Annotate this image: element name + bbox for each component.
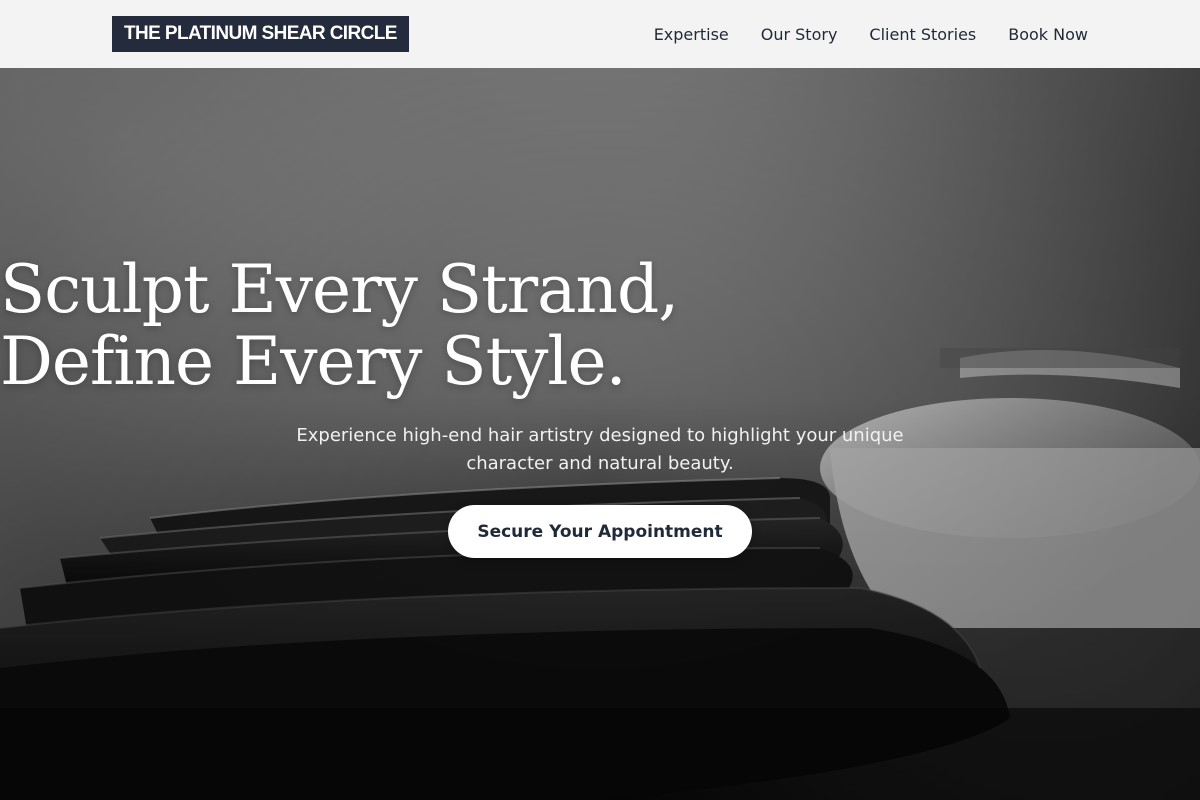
hero-title-line-2: Define Every Style. (0, 323, 627, 400)
site-header: THE PLATINUM SHEAR CIRCLE Expertise Our … (0, 0, 1200, 68)
hero-section: Sculpt Every Strand, Define Every Style.… (0, 68, 1200, 800)
secure-appointment-button[interactable]: Secure Your Appointment (448, 505, 752, 558)
nav-link-expertise[interactable]: Expertise (654, 25, 729, 44)
hero-title-line-1: Sculpt Every Strand, (0, 251, 679, 328)
hero-subtitle: Experience high-end hair artistry design… (296, 425, 904, 474)
nav-link-book-now[interactable]: Book Now (1008, 25, 1088, 44)
logo-link[interactable]: THE PLATINUM SHEAR CIRCLE (112, 16, 409, 52)
page: THE PLATINUM SHEAR CIRCLE Expertise Our … (0, 0, 1200, 800)
main-nav: Expertise Our Story Client Stories Book … (654, 0, 1088, 68)
nav-link-client-stories[interactable]: Client Stories (869, 25, 976, 44)
hero-title: Sculpt Every Strand, Define Every Style. (0, 254, 1200, 398)
nav-link-our-story[interactable]: Our Story (761, 25, 838, 44)
